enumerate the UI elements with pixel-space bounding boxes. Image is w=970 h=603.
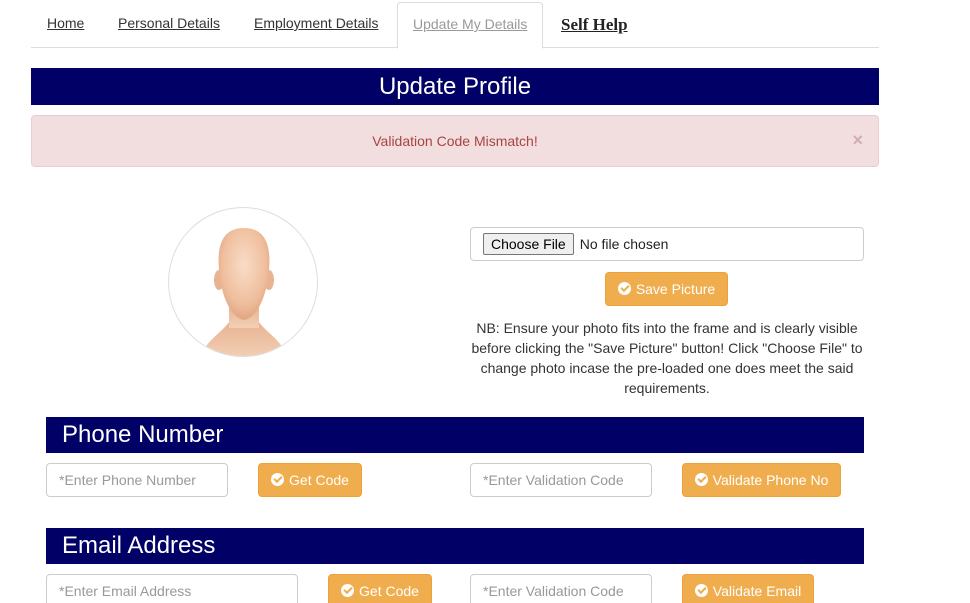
phone-get-code-label: Get Code <box>289 472 349 488</box>
email-section-header: Email Address <box>46 528 864 564</box>
tab-employment-details[interactable]: Employment Details <box>239 2 394 48</box>
save-picture-button[interactable]: Save Picture <box>605 272 728 306</box>
validate-email-button[interactable]: Validate Email <box>682 574 814 603</box>
phone-validation-code-input[interactable] <box>470 463 652 497</box>
check-circle-icon <box>271 473 285 486</box>
faceless-head-icon <box>200 228 288 356</box>
email-validation-code-input[interactable] <box>470 574 652 603</box>
file-status: No file chosen <box>579 236 669 252</box>
tab-home[interactable]: Home <box>32 2 99 48</box>
validate-email-label: Validate Email <box>712 583 802 599</box>
check-circle-icon <box>617 282 631 295</box>
save-picture-label: Save Picture <box>635 281 716 297</box>
tab-update-my-details[interactable]: Update My Details <box>397 2 544 49</box>
email-get-code-label: Get Code <box>359 583 419 599</box>
phone-number-input[interactable] <box>46 463 228 497</box>
check-circle-icon <box>694 584 708 597</box>
check-circle-icon <box>694 473 708 486</box>
email-get-code-button[interactable]: Get Code <box>328 574 432 603</box>
tab-self-help[interactable]: Self Help <box>546 4 643 50</box>
tab-personal-details[interactable]: Personal Details <box>103 2 235 48</box>
page-title: Update Profile <box>31 68 879 105</box>
nav-tabs: Home Personal Details Employment Details… <box>31 0 879 50</box>
photo-file-input[interactable]: Choose File No file chosen <box>470 227 864 261</box>
photo-note: NB: Ensure your photo fits into the fram… <box>471 320 863 396</box>
choose-file-button[interactable]: Choose File <box>483 233 574 255</box>
phone-section-header: Phone Number <box>46 417 864 453</box>
close-icon[interactable]: × <box>852 116 863 164</box>
phone-get-code-button[interactable]: Get Code <box>258 463 362 497</box>
validate-phone-label: Validate Phone No <box>712 472 829 488</box>
email-address-input[interactable] <box>46 574 298 603</box>
check-circle-icon <box>341 584 355 597</box>
alert-message: Validation Code Mismatch! <box>372 133 538 149</box>
profile-photo <box>168 207 318 357</box>
validate-phone-button[interactable]: Validate Phone No <box>682 463 841 497</box>
error-alert: Validation Code Mismatch! × <box>31 115 879 167</box>
